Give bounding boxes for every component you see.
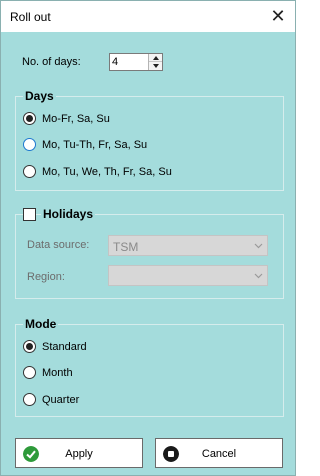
radio-button[interactable] — [23, 340, 36, 353]
days-option-label: Mo, Tu-Th, Fr, Sa, Su — [42, 138, 148, 151]
days-option-label: Mo, Tu, We, Th, Fr, Sa, Su — [42, 165, 172, 178]
spinner-down-button[interactable] — [149, 62, 162, 70]
chevron-down-icon — [254, 243, 263, 249]
radio-selected-dot — [26, 115, 33, 122]
window-title: Roll out — [10, 10, 51, 24]
mode-option-standard[interactable]: Standard — [23, 340, 87, 353]
radio-button[interactable] — [23, 393, 36, 406]
apply-button[interactable]: Apply — [15, 438, 143, 468]
data-source-label: Data source: — [27, 239, 90, 251]
days-count-spinner[interactable]: 4 — [109, 53, 163, 71]
days-option-1[interactable]: Mo-Fr, Sa, Su — [23, 112, 110, 125]
radio-button[interactable] — [23, 138, 36, 151]
days-count-label: No. of days: — [22, 56, 81, 68]
mode-group-title: Mode — [23, 317, 59, 331]
spinner-buttons — [148, 54, 162, 70]
region-select[interactable] — [108, 265, 268, 286]
days-group-title: Days — [23, 89, 56, 103]
close-icon: ✕ — [270, 6, 286, 26]
data-source-select[interactable]: TSM — [108, 235, 268, 256]
cancel-label: Cancel — [201, 448, 237, 460]
arrow-down-icon — [152, 64, 159, 68]
radio-selected-dot — [26, 343, 33, 350]
holidays-group-title: Holidays — [41, 207, 96, 221]
roll-out-dialog: Roll out ✕ No. of days: 4 Days Mo-Fr, Sa… — [0, 0, 296, 476]
mode-option-quarter[interactable]: Quarter — [23, 393, 79, 406]
days-count-value[interactable]: 4 — [112, 56, 118, 68]
data-source-value: TSM — [113, 240, 139, 254]
cancel-button[interactable]: Cancel — [155, 438, 283, 468]
radio-button[interactable] — [23, 366, 36, 379]
radio-button[interactable] — [23, 112, 36, 125]
mode-option-label: Quarter — [42, 393, 80, 406]
days-option-3[interactable]: Mo, Tu, We, Th, Fr, Sa, Su — [23, 165, 172, 178]
spinner-up-button[interactable] — [149, 54, 162, 62]
holidays-group — [15, 214, 284, 299]
mode-option-month[interactable]: Month — [23, 366, 73, 379]
days-option-2[interactable]: Mo, Tu-Th, Fr, Sa, Su — [23, 138, 147, 151]
region-label: Region: — [27, 271, 65, 283]
close-button[interactable]: ✕ — [261, 1, 295, 32]
arrow-up-icon — [152, 55, 159, 60]
radio-button[interactable] — [23, 165, 36, 178]
mode-option-label: Standard — [42, 340, 87, 353]
days-option-label: Mo-Fr, Sa, Su — [42, 112, 110, 125]
title-bar: Roll out ✕ — [1, 1, 295, 32]
mode-option-label: Month — [42, 366, 73, 379]
chevron-down-icon — [254, 273, 263, 279]
holidays-checkbox[interactable] — [23, 208, 36, 221]
apply-label: Apply — [65, 448, 93, 460]
